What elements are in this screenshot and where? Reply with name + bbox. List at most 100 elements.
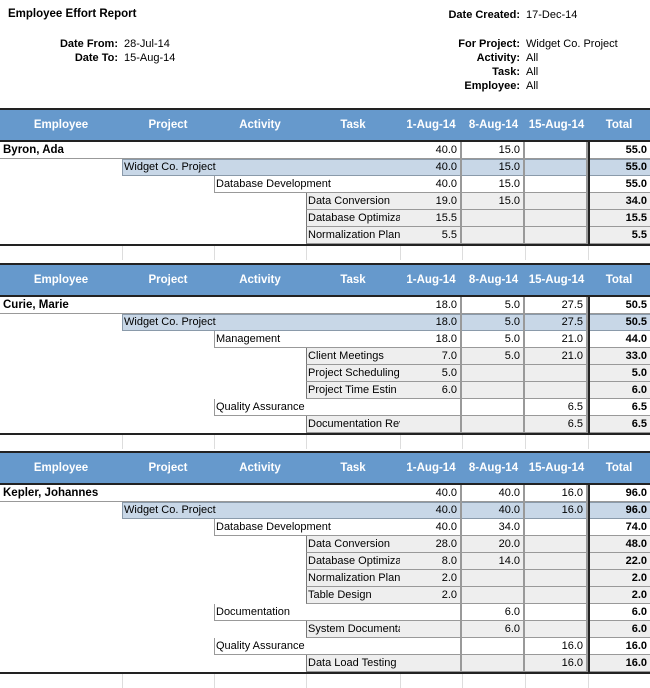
activity-name: Quality Assurance <box>216 401 305 413</box>
task-name: System Documentation <box>308 623 400 635</box>
activity-name: Management <box>216 333 281 345</box>
total-hours-cell: 96.0 <box>588 485 650 502</box>
project-row: Widget Co. Project 18.0 5.0 27.5 50.5 <box>0 314 650 331</box>
column-header-15-aug-14: 15-Aug-14 <box>528 274 585 286</box>
hours-8-aug-cell <box>462 570 525 587</box>
gridline <box>306 246 307 260</box>
gridline <box>462 435 463 449</box>
gridline <box>588 435 589 449</box>
column-header-8-aug-14: 8-Aug-14 <box>468 274 519 286</box>
total-hours-cell: 34.0 <box>588 193 650 210</box>
hours-15-aug-cell <box>525 159 588 176</box>
hours-15-aug-cell: 16.0 <box>525 655 588 672</box>
hours-8-aug-cell: 34.0 <box>462 519 525 536</box>
column-header-1-aug-14: 1-Aug-14 <box>406 462 456 474</box>
hours-1-aug-cell <box>400 655 462 672</box>
spacer-row <box>0 246 650 260</box>
hours-15-aug-cell: 16.0 <box>525 502 588 519</box>
hours-8-aug-cell: 5.0 <box>462 297 525 314</box>
hours-8-aug-cell: 40.0 <box>462 502 525 519</box>
gridline <box>588 674 589 688</box>
task-row: Client Meetings 7.0 5.0 21.0 33.0 <box>0 348 650 365</box>
activity-name: Database Development <box>216 521 331 533</box>
total-hours-cell: 2.0 <box>588 570 650 587</box>
hours-1-aug-cell: 5.5 <box>400 227 462 244</box>
gridline <box>306 435 307 449</box>
column-header-activity: Activity <box>239 462 281 474</box>
hours-15-aug-cell <box>525 382 588 399</box>
task-row: Table Design 2.0 2.0 <box>0 587 650 604</box>
employee-filter-value: All <box>526 80 539 92</box>
column-header-row: Employee Project Activity Task 1-Aug-14 8-Aug… <box>0 263 650 297</box>
total-hours-cell: 6.0 <box>588 604 650 621</box>
hours-1-aug-cell: 28.0 <box>400 536 462 553</box>
gridline <box>462 674 463 688</box>
task-row: Project Scheduling 5.0 5.0 <box>0 365 650 382</box>
hours-15-aug-cell <box>525 587 588 604</box>
hours-15-aug-cell: 21.0 <box>525 331 588 348</box>
employee-section: Employee Project Activity Task 1-Aug-14 8-Aug… <box>0 451 650 688</box>
hours-15-aug-cell: 6.5 <box>525 399 588 416</box>
column-header-total: Total <box>605 119 633 131</box>
total-hours-cell: 55.0 <box>588 142 650 159</box>
total-hours-cell: 6.5 <box>588 416 650 433</box>
hours-15-aug-cell <box>525 621 588 638</box>
gridline <box>214 674 215 688</box>
hours-1-aug-cell: 8.0 <box>400 553 462 570</box>
column-header-row: Employee Project Activity Task 1-Aug-14 8-Aug… <box>0 108 650 142</box>
column-header-8-aug-14: 8-Aug-14 <box>468 119 519 131</box>
hours-15-aug-cell: 27.5 <box>525 314 588 331</box>
total-hours-cell: 5.0 <box>588 365 650 382</box>
gridline <box>400 246 401 260</box>
project-name: Widget Co. Project <box>124 504 216 516</box>
hours-8-aug-cell <box>462 587 525 604</box>
hours-15-aug-cell <box>525 519 588 536</box>
gridline <box>525 246 526 260</box>
hours-1-aug-cell: 7.0 <box>400 348 462 365</box>
hours-15-aug-cell <box>525 210 588 227</box>
hours-8-aug-cell: 5.0 <box>462 348 525 365</box>
hours-8-aug-cell: 6.0 <box>462 621 525 638</box>
gridline <box>122 435 123 449</box>
employee-filter-label: Employee: <box>464 80 520 92</box>
hours-15-aug-cell: 27.5 <box>525 297 588 314</box>
project-row: Widget Co. Project 40.0 40.0 16.0 96.0 <box>0 502 650 519</box>
total-hours-cell: 44.0 <box>588 331 650 348</box>
gridline <box>400 674 401 688</box>
column-header-8-aug-14: 8-Aug-14 <box>468 462 519 474</box>
total-hours-cell: 2.0 <box>588 587 650 604</box>
gridline <box>588 246 589 260</box>
task-row: Database Optimiza 8.0 14.0 22.0 <box>0 553 650 570</box>
task-name: Table Design <box>308 589 372 601</box>
task-row: Normalization Plan 5.5 5.5 <box>0 227 650 244</box>
column-header-employee: Employee <box>33 119 89 131</box>
hours-1-aug-cell <box>400 621 462 638</box>
for-project-label: For Project: <box>458 38 520 50</box>
task-name: Project Time Estin <box>308 384 397 396</box>
gridline <box>525 674 526 688</box>
column-header-row: Employee Project Activity Task 1-Aug-14 8-Aug… <box>0 451 650 485</box>
hours-8-aug-cell <box>462 638 525 655</box>
task-name: Database Optimiza <box>308 212 400 224</box>
hours-8-aug-cell: 5.0 <box>462 331 525 348</box>
column-header-employee: Employee <box>33 462 89 474</box>
column-header-project: Project <box>148 274 188 286</box>
hours-1-aug-cell: 40.0 <box>400 176 462 193</box>
hours-15-aug-cell: 21.0 <box>525 348 588 365</box>
task-name: Project Scheduling <box>308 367 400 379</box>
employee-row: Byron, Ada 40.0 15.0 55.0 <box>0 142 650 159</box>
activity-row: Quality Assurance 16.0 16.0 <box>0 638 650 655</box>
hours-15-aug-cell: 16.0 <box>525 485 588 502</box>
task-filter-value: All <box>526 66 539 78</box>
employee-row: Curie, Marie 18.0 5.0 27.5 50.5 <box>0 297 650 314</box>
total-hours-cell: 22.0 <box>588 553 650 570</box>
hours-1-aug-cell: 40.0 <box>400 142 462 159</box>
task-row: Normalization Plan 2.0 2.0 <box>0 570 650 587</box>
hours-15-aug-cell: 16.0 <box>525 638 588 655</box>
task-name: Normalization Plan <box>308 572 400 584</box>
hours-8-aug-cell <box>462 382 525 399</box>
for-project-value: Widget Co. Project <box>526 38 618 50</box>
total-hours-cell: 16.0 <box>588 638 650 655</box>
activity-filter-value: All <box>526 52 539 64</box>
project-row: Widget Co. Project 40.0 15.0 55.0 <box>0 159 650 176</box>
